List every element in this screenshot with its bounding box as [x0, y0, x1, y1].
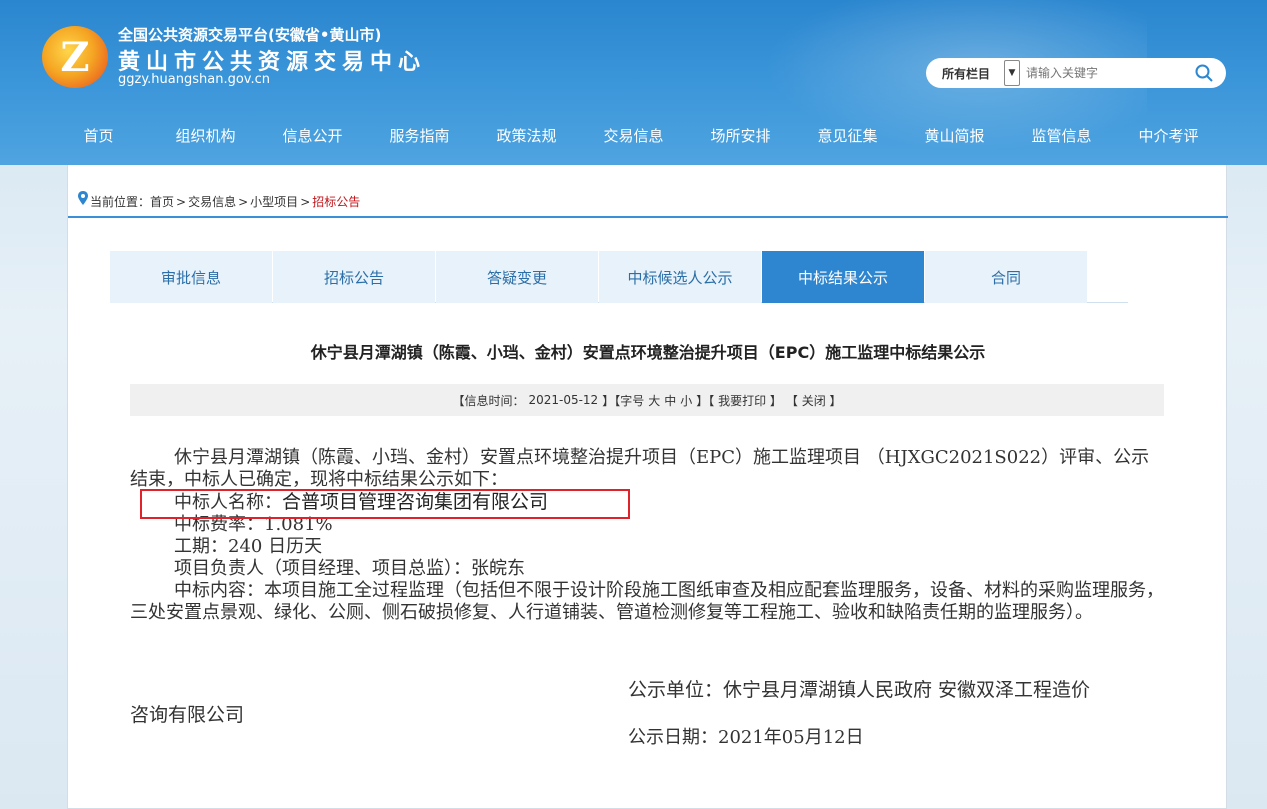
- intro-paragraph: 休宁县月潭湖镇（陈霞、小珰、金村）安置点环境整治提升项目（EPC）施工监理项目 …: [130, 447, 1150, 490]
- publisher-line-continued: 咨询有限公司: [130, 704, 245, 726]
- nav-service-guide[interactable]: 服务指南: [366, 118, 473, 154]
- breadcrumb-prefix: 当前位置：: [90, 195, 151, 209]
- font-medium-button[interactable]: 中: [664, 392, 676, 409]
- nav-feedback[interactable]: 意见征集: [794, 118, 901, 154]
- search-scope-select[interactable]: 所有栏目: [926, 65, 1004, 82]
- winner-highlight-box: [140, 489, 630, 519]
- content-panel: 当前位置： 首页 > 交易信息 > 小型项目 > 招标公告 审批信息 招标公告 答疑变…: [67, 165, 1228, 809]
- nav-organization[interactable]: 组织机构: [152, 118, 259, 154]
- publish-date: 公示日期：2021年05月12日: [628, 727, 864, 748]
- article-info-bar: 【信息时间： 2021-05-12 】【字号 大 中 小 】【 我要打印 】 【…: [130, 384, 1164, 416]
- publisher-line: 公示单位：休宁县月潭湖镇人民政府 安徽双泽工程造价: [628, 679, 1091, 701]
- font-size-label: 】【字号: [602, 393, 645, 408]
- nav-agency-review[interactable]: 中介考评: [1115, 118, 1222, 154]
- search-input[interactable]: [1026, 66, 1186, 80]
- close-button[interactable]: 【 关闭 】: [786, 392, 842, 409]
- breadcrumb-current[interactable]: 招标公告: [312, 193, 360, 210]
- search-box: 所有栏目 ▼: [926, 58, 1226, 88]
- chevron-down-icon[interactable]: ▼: [1004, 60, 1020, 86]
- location-pin-icon: [78, 190, 88, 205]
- tab-approval-info[interactable]: 审批信息: [110, 251, 272, 303]
- main-nav: 首页 组织机构 信息公开 服务指南 政策法规 交易信息 场所安排 意见征集 黄山…: [45, 118, 1235, 154]
- breadcrumb-trade-info[interactable]: 交易信息: [188, 193, 236, 210]
- tab-qa-changes[interactable]: 答疑变更: [436, 251, 598, 303]
- site-domain: ggzy.huangshan.gov.cn: [118, 72, 270, 87]
- stage-tabs: 审批信息 招标公告 答疑变更 中标候选人公示 中标结果公示 合同: [110, 251, 1128, 303]
- nav-bulletin[interactable]: 黄山简报: [901, 118, 1008, 154]
- article-body: 休宁县月潭湖镇（陈霞、小珰、金村）安置点环境整治提升项目（EPC）施工监理项目 …: [130, 447, 1164, 624]
- nav-trade-info[interactable]: 交易信息: [580, 118, 687, 154]
- font-large-button[interactable]: 大: [648, 392, 660, 409]
- nav-policy[interactable]: 政策法规: [473, 118, 580, 154]
- manager-line: 项目负责人（项目经理、项目总监）：张皖东: [174, 558, 525, 579]
- tab-award-result[interactable]: 中标结果公示: [762, 251, 924, 303]
- content-paragraph: 中标内容：本项目施工全过程监理（包括但不限于设计阶段施工图纸审查及相应配套监理服…: [130, 580, 1164, 623]
- logo-letter: Z: [60, 33, 90, 81]
- platform-name: 全国公共资源交易平台(安徽省•黄山市): [118, 26, 382, 44]
- site-logo[interactable]: Z: [42, 26, 108, 88]
- nav-home[interactable]: 首页: [45, 118, 152, 154]
- breadcrumb-separator: >: [238, 194, 249, 209]
- breadcrumb-separator: >: [176, 194, 187, 209]
- breadcrumb: 当前位置： 首页 > 交易信息 > 小型项目 > 招标公告: [68, 165, 1228, 218]
- nav-info-disclosure[interactable]: 信息公开: [259, 118, 366, 154]
- search-icon[interactable]: [1194, 63, 1214, 83]
- period-line: 工期：240 日历天: [174, 536, 323, 557]
- tab-candidate-notice[interactable]: 中标候选人公示: [599, 251, 761, 303]
- print-button[interactable]: 】【 我要打印 】: [696, 392, 782, 409]
- info-time-value: 2021-05-12: [528, 393, 599, 407]
- article-title: 休宁县月潭湖镇（陈霞、小珰、金村）安置点环境整治提升项目（EPC）施工监理中标结…: [310, 343, 986, 362]
- info-time-label: 【信息时间：: [452, 393, 525, 408]
- tab-tender-notice[interactable]: 招标公告: [273, 251, 435, 303]
- nav-venue[interactable]: 场所安排: [687, 118, 794, 154]
- breadcrumb-home[interactable]: 首页: [150, 193, 174, 210]
- nav-supervision[interactable]: 监管信息: [1008, 118, 1115, 154]
- site-header: Z 全国公共资源交易平台(安徽省•黄山市) 黄山市公共资源交易中心 ggzy.h…: [0, 0, 1267, 165]
- tab-contract[interactable]: 合同: [925, 251, 1087, 303]
- font-small-button[interactable]: 小: [680, 392, 692, 409]
- breadcrumb-separator: >: [300, 194, 311, 209]
- breadcrumb-small-projects[interactable]: 小型项目: [250, 193, 298, 210]
